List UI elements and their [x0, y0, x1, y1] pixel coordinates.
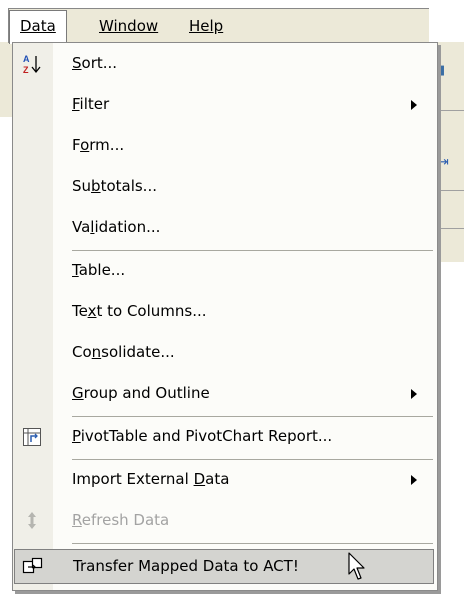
menubar-item-help[interactable]: Help	[179, 9, 233, 43]
menubar-item-label: Help	[189, 17, 224, 35]
menubar-item-label: Window	[99, 17, 159, 35]
menu-item-label: Group and Outline	[72, 384, 210, 402]
menubar-item-data[interactable]: Data	[9, 10, 67, 44]
toolbar-icon: ▮	[438, 63, 446, 78]
menu-item-import-external-data[interactable]: Import External Data	[13, 462, 437, 497]
refresh-icon	[20, 509, 44, 533]
background-divider	[436, 110, 464, 111]
submenu-arrow-icon	[411, 475, 417, 485]
menu-separator	[72, 416, 433, 417]
menu-item-label: Sort...	[72, 54, 118, 72]
background-divider	[436, 190, 464, 191]
menu-item-pivottable[interactable]: PivotTable and PivotChart Report...	[13, 419, 437, 454]
submenu-arrow-icon	[411, 100, 417, 110]
menu-bar: Data Window Help	[8, 8, 429, 44]
pivottable-icon	[20, 425, 44, 449]
menu-item-label: PivotTable and PivotChart Report...	[72, 427, 333, 445]
background-divider	[436, 228, 464, 229]
submenu-arrow-icon	[411, 389, 417, 399]
sort-ascending-icon: A Z	[20, 52, 44, 76]
menu-item-sort[interactable]: A Z Sort...	[13, 46, 437, 81]
mouse-cursor-icon	[348, 552, 365, 580]
menu-separator	[72, 250, 433, 251]
menu-item-text-to-columns[interactable]: Text to Columns...	[13, 294, 437, 329]
menu-item-label: Text to Columns...	[72, 302, 207, 320]
menu-item-label: Subtotals...	[72, 177, 157, 195]
menu-item-transfer-mapped-data[interactable]: Transfer Mapped Data to ACT!	[14, 549, 434, 584]
menubar-item-label: Data	[20, 17, 56, 35]
menu-separator	[72, 543, 433, 544]
menu-separator	[72, 459, 433, 460]
menu-item-label: Validation...	[72, 218, 161, 236]
indent-icon: ⇥	[438, 155, 449, 170]
menu-item-filter[interactable]: Filter	[13, 87, 437, 122]
menu-item-subtotals[interactable]: Subtotals...	[13, 169, 437, 204]
menu-item-label: Filter	[72, 95, 110, 113]
menu-item-label: Form...	[72, 136, 125, 154]
menu-item-label: Import External Data	[72, 470, 230, 488]
menu-item-validation[interactable]: Validation...	[13, 210, 437, 245]
menu-item-refresh-data[interactable]: Refresh Data	[13, 503, 437, 538]
menu-item-label: Consolidate...	[72, 343, 175, 361]
menu-item-label: Refresh Data	[72, 511, 170, 529]
menubar-item-window[interactable]: Window	[89, 9, 168, 43]
menu-item-label: Transfer Mapped Data to ACT!	[73, 557, 299, 575]
svg-text:Z: Z	[23, 65, 29, 75]
background-toolbar-left	[0, 42, 12, 117]
data-menu-dropdown: A Z Sort... Filter Form... Subtotals... …	[12, 42, 438, 591]
menu-item-group-and-outline[interactable]: Group and Outline	[13, 376, 437, 411]
menu-item-form[interactable]: Form...	[13, 128, 437, 163]
menu-item-label: Table...	[72, 261, 126, 279]
menu-item-table[interactable]: Table...	[13, 253, 437, 288]
svg-text:A: A	[23, 54, 30, 64]
transfer-mapped-data-icon	[21, 555, 45, 579]
menu-item-consolidate[interactable]: Consolidate...	[13, 335, 437, 370]
